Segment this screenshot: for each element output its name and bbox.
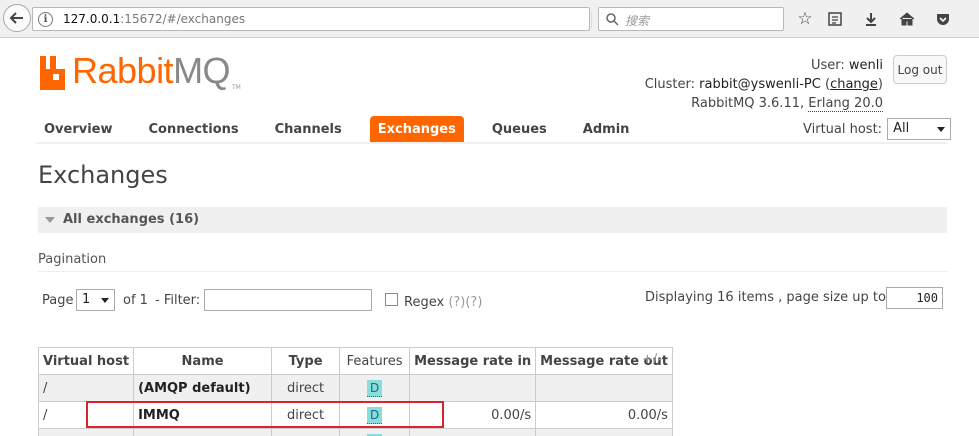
col-type[interactable]: Type — [271, 347, 341, 375]
exchange-name-link[interactable]: (AMQP default) — [133, 374, 273, 402]
user-line: User: wenli — [810, 58, 883, 73]
cell-vhost: / — [37, 374, 135, 402]
search-placeholder: 搜索 — [625, 14, 650, 28]
logo-tm: TM — [232, 84, 241, 91]
cell-rate-in — [409, 374, 537, 402]
pocket-icon[interactable] — [932, 8, 954, 30]
cell-rate-in — [409, 428, 537, 436]
tab-connections[interactable]: Connections — [141, 116, 247, 143]
page-title: Exchanges — [38, 161, 168, 189]
virtual-host-label: Virtual host: — [803, 121, 883, 137]
exchange-name-link[interactable] — [133, 428, 273, 436]
url-text[interactable]: 127.0.0.1:15672/#/exchanges — [63, 12, 245, 26]
info-icon[interactable]: i — [38, 12, 53, 27]
tab-channels[interactable]: Channels — [267, 116, 350, 143]
cell-features: D — [339, 428, 411, 436]
table-row[interactable]: / (AMQP default) direct D — [37, 374, 673, 402]
back-button[interactable] — [3, 4, 31, 32]
pagination-heading: Pagination — [38, 252, 107, 267]
rabbitmq-logo[interactable]: RabbitMQ TM — [38, 50, 244, 94]
of-pages-label: of 1 — [123, 293, 148, 308]
regex-checkbox[interactable] — [385, 293, 398, 306]
column-toggle-link[interactable]: +/- — [642, 352, 662, 367]
regex-help-link[interactable]: (?)(?) — [448, 295, 482, 310]
tab-overview[interactable]: Overview — [36, 116, 121, 143]
tab-exchanges[interactable]: Exchanges — [369, 116, 464, 143]
cell-features: D — [339, 374, 411, 402]
col-features[interactable]: Features — [339, 347, 411, 375]
bookmark-star-icon[interactable]: ☆ — [794, 8, 816, 30]
all-exchanges-toggle[interactable]: All exchanges (16) — [38, 207, 947, 233]
tab-queues[interactable]: Queues — [484, 116, 555, 143]
filter-label: - Filter: — [155, 293, 201, 308]
annotation-highlight-box — [86, 401, 444, 428]
table-row[interactable]: D — [37, 428, 673, 436]
cell-type: direct — [271, 374, 341, 402]
chevron-down-icon — [937, 127, 946, 132]
tab-admin[interactable]: Admin — [575, 116, 638, 143]
url-separator — [591, 12, 592, 28]
virtual-host-select[interactable]: All — [887, 118, 952, 140]
nav-divider — [36, 142, 947, 144]
pagination-divider — [38, 271, 947, 272]
virtual-host-picker: Virtual host: All — [803, 118, 952, 140]
cell-vhost — [37, 428, 135, 436]
reading-list-icon[interactable] — [824, 8, 846, 30]
search-bar[interactable]: 搜索 — [598, 7, 784, 31]
download-icon[interactable] — [860, 8, 882, 30]
section-title: All exchanges (16) — [63, 212, 200, 227]
page-size-input[interactable]: 100 — [886, 287, 943, 309]
table-header-row: Virtual host Name Type Features Message … — [37, 347, 673, 375]
page-select[interactable]: 1 — [76, 289, 115, 311]
col-name[interactable]: Name — [133, 347, 273, 375]
page-label: Page — [42, 293, 74, 308]
cluster-line: Cluster: rabbit@yswenli-PC (change) — [644, 77, 883, 92]
user-info: User: wenli Cluster: rabbit@yswenli-PC (… — [645, 56, 883, 113]
browser-toolbar: i 127.0.0.1:15672/#/exchanges ↻ 搜索 ☆ — [0, 0, 979, 38]
arrow-left-icon — [9, 12, 23, 24]
regex-label: Regex (?)(?) — [404, 295, 483, 310]
version-line: RabbitMQ 3.6.11, Erlang 20.0 — [691, 96, 883, 112]
cell-rate-out — [535, 374, 673, 402]
cell-rate-out: 0.00/s — [535, 401, 673, 429]
logout-button[interactable]: Log out — [893, 55, 947, 84]
displaying-label: Displaying 16 items , page size up to: — [645, 290, 891, 305]
rabbit-logo-icon — [40, 56, 65, 90]
home-icon[interactable] — [896, 8, 918, 30]
collapse-triangle-icon — [45, 217, 55, 223]
cluster-name: rabbit@yswenli-PC — [699, 77, 821, 92]
address-bar[interactable]: i 127.0.0.1:15672/#/exchanges ↻ — [32, 7, 612, 31]
durable-badge: D — [366, 379, 383, 397]
cell-rate-out — [535, 428, 673, 436]
main-nav: Overview Connections Channels Exchanges … — [36, 116, 657, 143]
change-cluster-link[interactable]: change — [830, 77, 878, 92]
col-rate-in[interactable]: Message rate in — [409, 347, 537, 375]
logo-wordmark: RabbitMQ — [72, 50, 231, 91]
search-icon — [606, 13, 619, 26]
cell-type — [271, 428, 341, 436]
filter-input[interactable] — [204, 289, 372, 311]
col-virtual-host[interactable]: Virtual host — [37, 347, 135, 375]
chevron-down-icon — [101, 298, 109, 303]
erlang-version: Erlang 20.0 — [808, 96, 883, 112]
user-name: wenli — [848, 58, 883, 73]
